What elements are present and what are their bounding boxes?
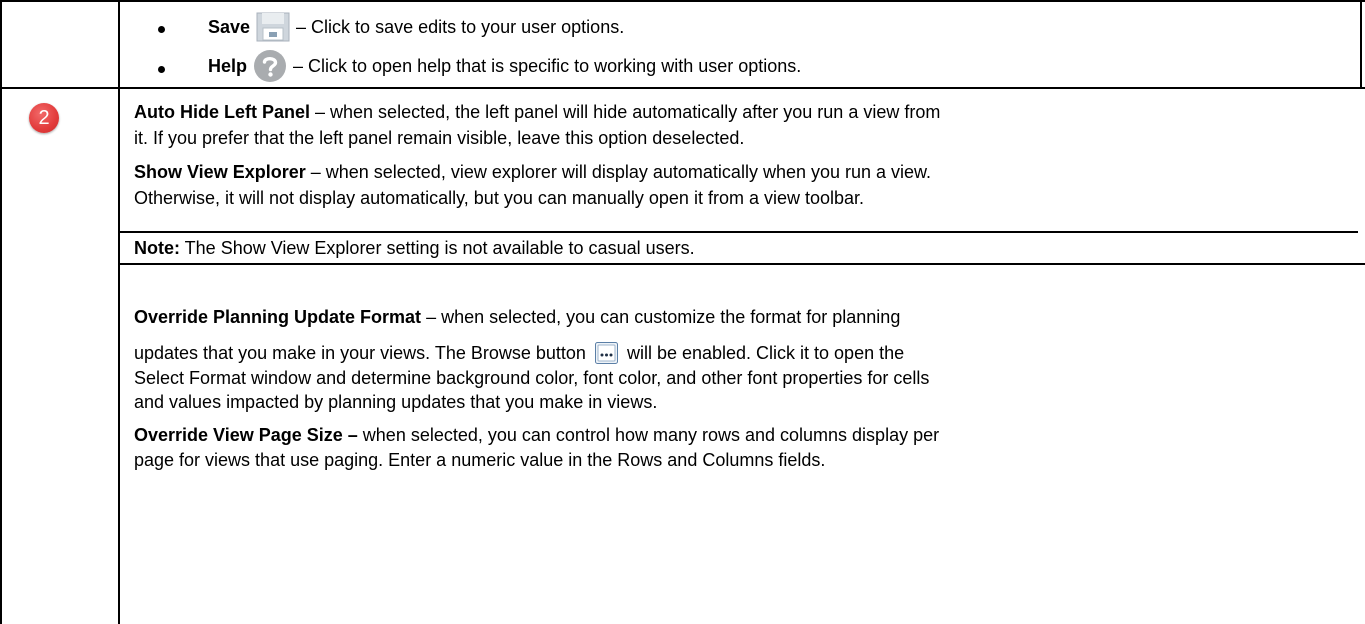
override-page-line1: Override View Page Size – when selected,… [134,424,939,446]
show-view-line2: Otherwise, it will not display automatic… [134,188,865,208]
options-table: Save – Click to save edits to your user … [0,0,1365,624]
override-format-line2: updates that you make in your views. The… [134,342,904,364]
override-format-line2b: will be enabled. Click it to open the [626,343,905,363]
save-icon [256,12,290,42]
override-format-line4: and values impacted by planning updates … [134,392,658,412]
save-label: Save [208,16,251,37]
save-desc: – Click to save edits to your user optio… [296,16,625,37]
table-border-right [1360,0,1362,88]
note-text: The Show View Explorer setting is not av… [180,238,695,258]
auto-hide-desc: – when selected, the left panel will hid… [310,102,941,122]
bullet-dot [158,66,165,73]
note-top-border [120,231,1358,233]
help-desc: – Click to open help that is specific to… [293,55,802,76]
row-divider [0,87,1365,89]
help-icon [253,49,287,83]
column-divider [118,0,120,624]
override-page-line2: page for views that use paging. Enter a … [134,450,826,470]
help-item: Help – Click to open help that is specif… [208,48,801,84]
step-number-badge: 2 [29,103,59,133]
bullet-dot [158,26,165,33]
auto-hide-line2: it. If you prefer that the left panel re… [134,128,745,148]
help-label: Help [208,55,248,76]
note-bottom-border [120,263,1365,265]
override-format-desc: – when selected, you can customize the f… [421,307,901,327]
show-view-title: Show View Explorer [134,162,306,182]
browse-button-icon [594,342,618,364]
show-view-desc: – when selected, view explorer will disp… [305,162,932,182]
override-format-line1: Override Planning Update Format – when s… [134,306,900,328]
show-view-line1: Show View Explorer – when selected, view… [134,161,931,183]
table-border-top [0,0,1365,2]
save-item: Save – Click to save edits to your user … [208,10,624,44]
note-label: Note: [134,238,180,258]
note-line: Note: The Show View Explorer setting is … [134,237,695,259]
override-format-line2a: updates that you make in your views. The… [134,343,586,363]
table-border-left [0,0,2,624]
override-format-title: Override Planning Update Format [134,307,422,327]
override-page-title: Override View Page Size – [134,425,358,445]
auto-hide-title: Auto Hide Left Panel [134,102,311,122]
override-format-line3: Select Format window and determine backg… [134,368,930,388]
override-page-desc: when selected, you can control how many … [357,425,940,445]
auto-hide-line1: Auto Hide Left Panel – when selected, th… [134,101,940,123]
